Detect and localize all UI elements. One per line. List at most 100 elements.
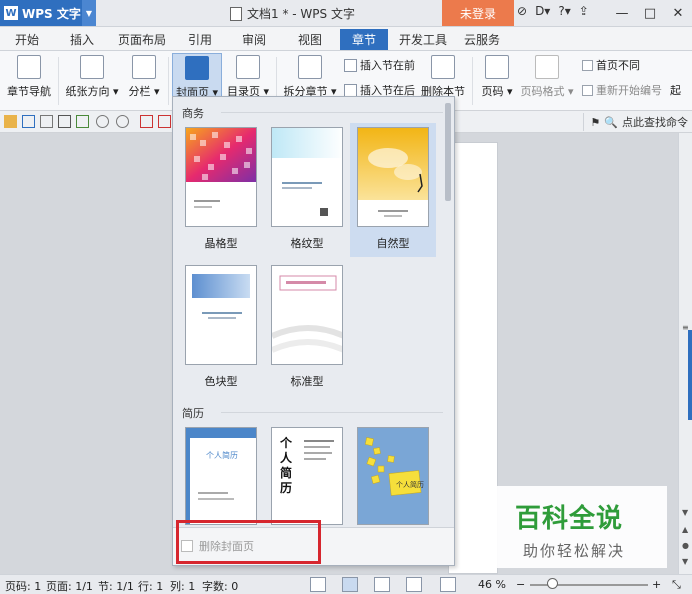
select-browse-icon[interactable]: ● bbox=[682, 541, 689, 550]
page-number-format-button[interactable]: 页码格式 ▾ bbox=[518, 55, 576, 107]
template-thumbnail[interactable] bbox=[357, 127, 429, 227]
page-number-label: 页码 ▾ bbox=[481, 85, 513, 98]
fit-window-icon[interactable]: ⤡ bbox=[672, 578, 681, 592]
outline-view-icon[interactable] bbox=[374, 577, 390, 592]
status-pages[interactable]: 页面: 1/1 bbox=[46, 578, 93, 594]
crystal-pattern-graphic bbox=[186, 128, 256, 208]
redo-icon[interactable] bbox=[116, 115, 129, 128]
dropdown-arrow-icon[interactable] bbox=[158, 115, 171, 128]
title-icons: ⊘ D▾ ?▾ ⇪ bbox=[517, 4, 589, 18]
columns-icon bbox=[132, 55, 156, 79]
status-word-count[interactable]: 字数: 0 bbox=[202, 578, 238, 594]
app-name: WPS 文字 bbox=[22, 6, 81, 21]
zoom-level[interactable]: 46 % bbox=[478, 578, 506, 591]
wps-logo-icon: W bbox=[4, 6, 18, 20]
paper-orientation-button[interactable]: 纸张方向 ▾ bbox=[64, 55, 120, 107]
export-pdf-icon[interactable] bbox=[76, 115, 89, 128]
docer-icon[interactable]: D▾ bbox=[535, 4, 550, 18]
template-thumbnail[interactable] bbox=[185, 127, 257, 227]
tab-developer[interactable]: 开发工具 bbox=[396, 29, 450, 50]
document-title: 文档1 * - WPS 文字 bbox=[230, 5, 355, 22]
tab-cloud[interactable]: 云服务 bbox=[460, 29, 504, 50]
tab-references[interactable]: 引用 bbox=[182, 29, 218, 50]
first-page-different-checkbox[interactable]: 首页不同 bbox=[582, 57, 640, 73]
tab-chapter[interactable]: 章节 bbox=[340, 29, 388, 50]
panel-scrollbar[interactable] bbox=[444, 101, 452, 521]
document-icon bbox=[230, 6, 242, 21]
app-menu-button[interactable]: W WPS 文字 ▼ bbox=[0, 0, 96, 26]
paper-orientation-icon bbox=[80, 55, 104, 79]
cover-page-icon bbox=[185, 56, 209, 80]
tab-start[interactable]: 开始 bbox=[6, 29, 48, 50]
delete-section-icon bbox=[431, 55, 455, 79]
page-view-icon[interactable] bbox=[342, 577, 358, 592]
next-page-icon[interactable]: ▼ bbox=[682, 557, 688, 566]
template-resume-blue[interactable]: 个人简历 bbox=[185, 427, 257, 525]
reading-view-icon[interactable] bbox=[440, 577, 456, 592]
first-page-different-label: 首页不同 bbox=[596, 59, 640, 72]
chapter-nav-button[interactable]: 章节导航 bbox=[4, 55, 54, 107]
format-painter-icon[interactable] bbox=[140, 115, 153, 128]
close-button[interactable]: ✕ bbox=[664, 0, 692, 26]
window-controls: — □ ✕ bbox=[608, 0, 692, 26]
minimize-button[interactable]: — bbox=[608, 0, 636, 26]
print-icon[interactable] bbox=[58, 115, 71, 128]
ribbon-separator bbox=[58, 57, 59, 105]
template-color-block[interactable]: 色块型 bbox=[178, 261, 264, 395]
save-icon[interactable] bbox=[22, 115, 35, 128]
web-view-icon[interactable] bbox=[406, 577, 422, 592]
watermark-subtitle: 助你轻松解决 bbox=[523, 542, 626, 560]
columns-button[interactable]: 分栏 ▾ bbox=[124, 55, 164, 107]
scroll-down-icon[interactable]: ▼ bbox=[682, 508, 688, 517]
lattice-pattern-graphic bbox=[272, 128, 342, 216]
zoom-in-icon[interactable]: + bbox=[652, 578, 661, 591]
help-icon[interactable]: ?▾ bbox=[558, 4, 570, 18]
insert-section-before-button[interactable]: 插入节在前 bbox=[344, 57, 415, 73]
status-column[interactable]: 列: 1 bbox=[170, 578, 195, 594]
watermark-title: 百科全说 bbox=[515, 504, 624, 534]
template-thumbnail[interactable] bbox=[185, 265, 257, 365]
print-preview-icon[interactable] bbox=[40, 115, 53, 128]
template-resume-classic[interactable]: 个 人 简 历 bbox=[271, 427, 343, 525]
template-resume-notes[interactable]: 个人简历 bbox=[357, 427, 429, 525]
document-page[interactable] bbox=[448, 142, 498, 574]
open-folder-icon[interactable] bbox=[4, 115, 17, 128]
page-number-button[interactable]: 页码 ▾ bbox=[478, 55, 516, 107]
status-page-number[interactable]: 页码: 1 bbox=[5, 578, 41, 594]
template-name-crystal: 晶格型 bbox=[204, 237, 238, 250]
zoom-slider-handle[interactable] bbox=[547, 578, 558, 589]
share-icon[interactable]: ⇪ bbox=[579, 4, 589, 18]
panel-scroll-thumb[interactable] bbox=[445, 103, 451, 201]
tab-insert[interactable]: 插入 bbox=[62, 29, 102, 50]
previous-page-icon[interactable]: ▲ bbox=[682, 525, 688, 534]
template-thumbnail[interactable] bbox=[271, 265, 343, 365]
template-thumbnail[interactable] bbox=[271, 127, 343, 227]
watermark: 百科全说 助你轻松解决 bbox=[497, 486, 667, 568]
side-panel-tab[interactable] bbox=[688, 330, 692, 420]
zoom-out-icon[interactable]: − bbox=[516, 578, 525, 591]
template-standard[interactable]: 标准型 bbox=[264, 261, 350, 395]
undo-icon[interactable] bbox=[96, 115, 109, 128]
tab-review[interactable]: 审阅 bbox=[236, 29, 272, 50]
find-command[interactable]: ⚑ 🔍 点此查找命令 bbox=[583, 113, 688, 131]
chevron-down-icon[interactable]: ▼ bbox=[82, 0, 96, 26]
pin-icon[interactable]: ⚑ bbox=[590, 116, 600, 129]
fullscreen-view-icon[interactable] bbox=[310, 577, 326, 592]
tab-page-layout[interactable]: 页面布局 bbox=[114, 29, 170, 50]
skin-icon[interactable]: ⊘ bbox=[517, 4, 527, 18]
login-button[interactable]: 未登录 bbox=[442, 0, 514, 26]
resume-blue-title: 个人简历 bbox=[206, 451, 238, 460]
status-section[interactable]: 节: 1/1 bbox=[98, 578, 134, 594]
template-lattice[interactable]: 格纹型 bbox=[264, 123, 350, 273]
page-number-format-icon bbox=[535, 55, 559, 79]
template-crystal[interactable]: 晶格型 bbox=[178, 123, 264, 273]
maximize-button[interactable]: □ bbox=[636, 0, 664, 26]
resume-notes-title: 个人简历 bbox=[396, 481, 424, 489]
restart-numbering-checkbox[interactable]: 重新开始编号 bbox=[582, 82, 662, 98]
tab-view[interactable]: 视图 bbox=[292, 29, 328, 50]
find-command-label: 点此查找命令 bbox=[622, 116, 688, 129]
section-divider bbox=[221, 112, 443, 113]
status-row[interactable]: 行: 1 bbox=[138, 578, 163, 594]
template-nature[interactable]: 自然型 bbox=[350, 123, 436, 257]
ribbon-separator bbox=[472, 57, 473, 105]
